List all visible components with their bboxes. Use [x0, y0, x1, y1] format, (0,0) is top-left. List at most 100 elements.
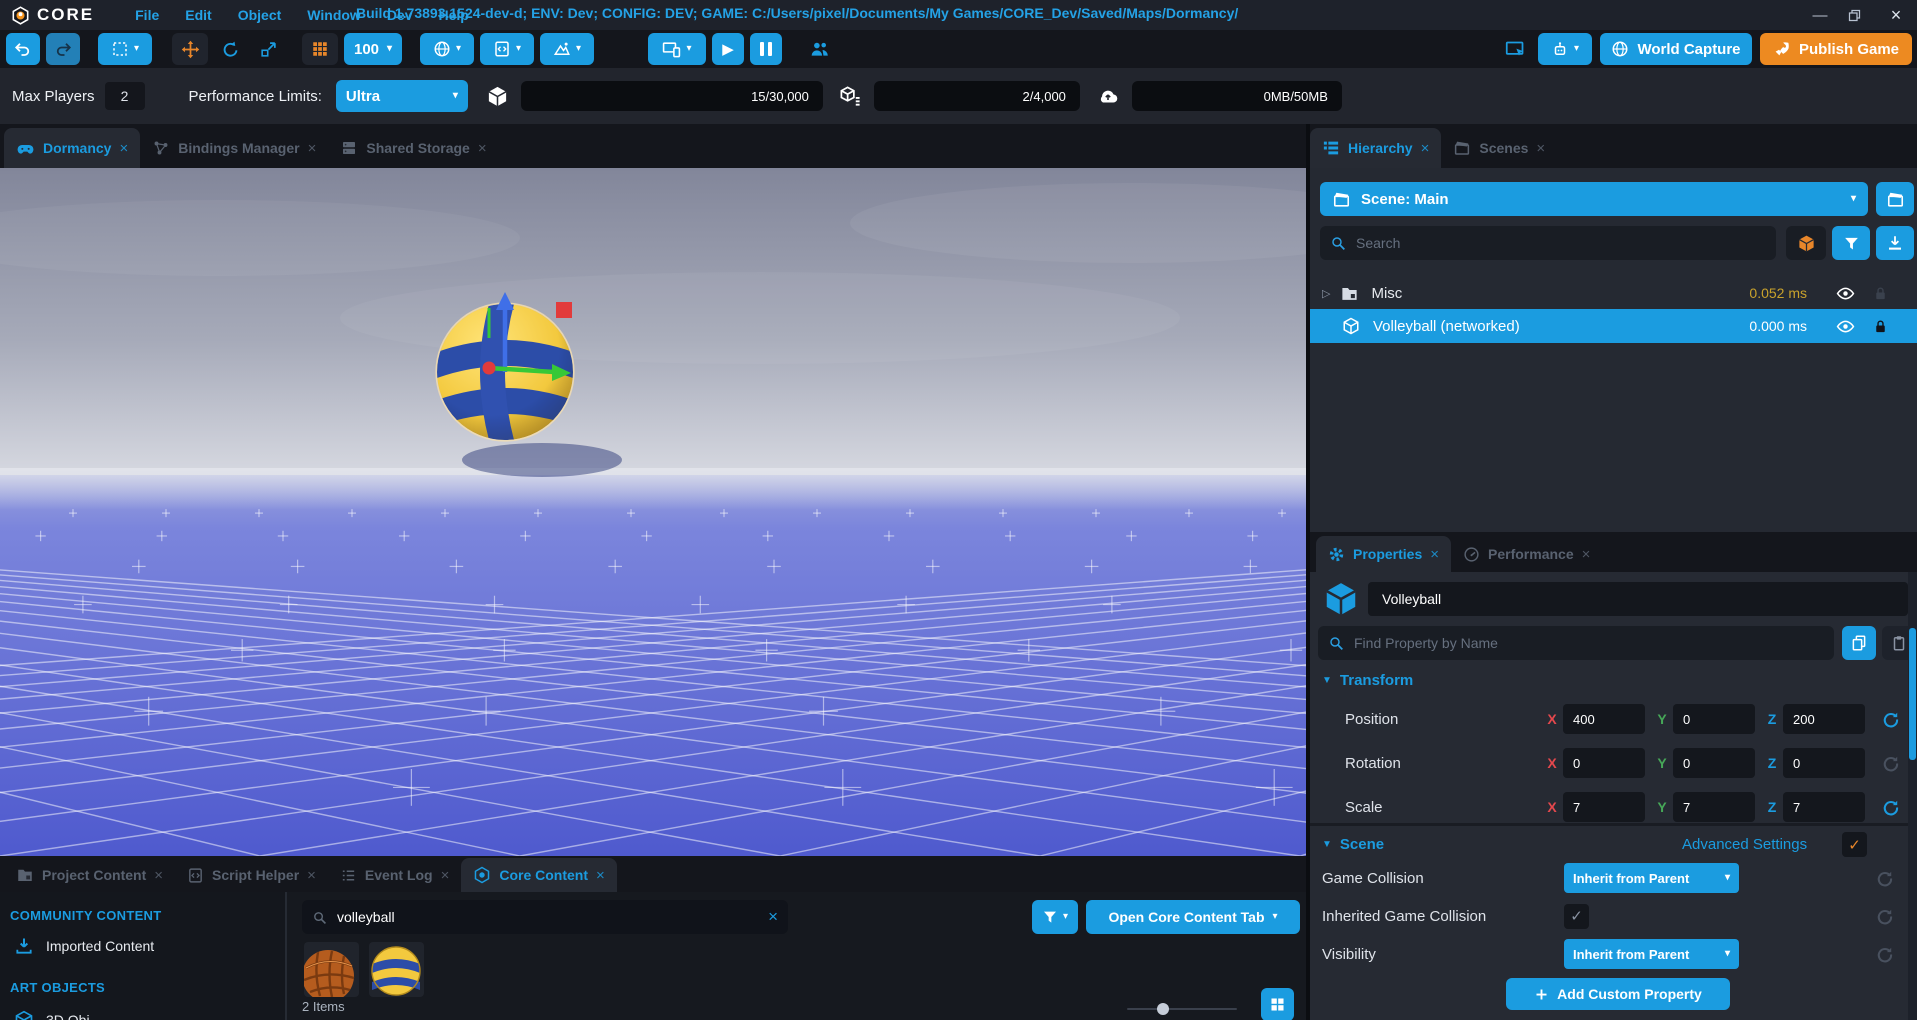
template-filter-button[interactable]: [1786, 226, 1826, 260]
viewport-3d[interactable]: [0, 168, 1306, 856]
tab-hierarchy[interactable]: Hierarchy ×: [1310, 128, 1441, 168]
max-players-input[interactable]: [105, 87, 145, 105]
close-icon[interactable]: ×: [1536, 140, 1545, 157]
rotation-y-field[interactable]: [1673, 748, 1755, 778]
clear-search-icon[interactable]: ×: [768, 907, 778, 927]
tab-bindings-manager[interactable]: Bindings Manager ×: [140, 128, 328, 168]
sidebar-header-community[interactable]: COMMUNITY CONTENT: [10, 908, 161, 923]
close-icon[interactable]: ×: [1582, 546, 1591, 563]
close-icon[interactable]: ×: [1421, 140, 1430, 157]
scenes-panel-button[interactable]: [1876, 182, 1914, 216]
scale-z-field[interactable]: [1783, 792, 1865, 822]
max-players-field[interactable]: [105, 82, 145, 110]
tab-event-log[interactable]: Event Log ×: [328, 858, 461, 892]
scale-tool-button[interactable]: [252, 33, 284, 65]
properties-scrollbar-track[interactable]: [1908, 572, 1917, 1020]
close-icon[interactable]: ×: [154, 867, 163, 884]
undo-button[interactable]: [6, 33, 40, 65]
close-icon[interactable]: ×: [308, 140, 317, 157]
lock-icon[interactable]: [1872, 285, 1889, 302]
tab-project-content[interactable]: Project Content ×: [4, 858, 175, 892]
restore-button[interactable]: [1847, 8, 1869, 23]
move-tool-button[interactable]: [172, 33, 208, 65]
sidebar-item-partial[interactable]: 3D Obj: [14, 1010, 90, 1020]
object-name-input[interactable]: [1380, 590, 1896, 608]
sidebar-header-art-objects[interactable]: ART OBJECTS: [10, 980, 105, 995]
close-icon[interactable]: ×: [119, 140, 128, 157]
position-x-input[interactable]: [1571, 711, 1637, 728]
gizmo-origin-handle[interactable]: [483, 362, 496, 375]
lock-icon[interactable]: [1872, 318, 1889, 335]
content-filter-button[interactable]: ▾: [1032, 900, 1078, 934]
visibility-eye-icon[interactable]: [1836, 284, 1855, 303]
expander-icon[interactable]: ▷: [1322, 287, 1330, 300]
slider-handle[interactable]: [1157, 1003, 1169, 1015]
position-y-input[interactable]: [1681, 711, 1747, 728]
tab-shared-storage[interactable]: Shared Storage ×: [328, 128, 498, 168]
tab-script-helper[interactable]: Script Helper ×: [175, 858, 328, 892]
game-collision-dropdown[interactable]: Inherit from Parent▾: [1564, 863, 1739, 893]
close-icon[interactable]: ×: [307, 867, 316, 884]
inherited-game-collision-checkbox[interactable]: ✓: [1564, 904, 1589, 929]
tab-performance[interactable]: Performance ×: [1451, 536, 1602, 572]
reset-icon[interactable]: [1881, 710, 1900, 729]
rotation-z-field[interactable]: [1783, 748, 1865, 778]
asset-thumbnail-rattan-ball[interactable]: [304, 942, 359, 997]
multiplayer-preview-button[interactable]: [802, 33, 836, 65]
pause-button[interactable]: [750, 33, 782, 65]
close-icon[interactable]: ×: [1430, 546, 1439, 563]
transform-section-header[interactable]: ▼ Transform: [1322, 672, 1413, 689]
find-property-input[interactable]: [1352, 634, 1824, 652]
selection-mode-button[interactable]: ▾: [98, 33, 152, 65]
close-button[interactable]: ×: [1885, 5, 1907, 26]
thumbnail-size-slider[interactable]: [1127, 1008, 1237, 1010]
scale-y-field[interactable]: [1673, 792, 1755, 822]
menu-edit[interactable]: Edit: [174, 4, 222, 26]
scale-x-field[interactable]: [1563, 792, 1645, 822]
rotate-tool-button[interactable]: [214, 33, 246, 65]
menu-object[interactable]: Object: [227, 4, 293, 26]
world-settings-dropdown[interactable]: ▾: [420, 33, 474, 65]
hierarchy-row-misc[interactable]: ▷ Misc 0.052 ms: [1310, 277, 1917, 309]
hierarchy-row-volleyball[interactable]: Volleyball (networked) 0.000 ms: [1310, 309, 1917, 343]
grid-snap-button[interactable]: [302, 33, 338, 65]
open-core-content-tab-button[interactable]: Open Core Content Tab ▾: [1086, 900, 1300, 934]
grid-view-button[interactable]: [1261, 988, 1294, 1020]
object-name-field[interactable]: [1368, 582, 1908, 616]
play-button[interactable]: ▶: [712, 33, 744, 65]
tab-properties[interactable]: Properties ×: [1316, 536, 1451, 572]
world-capture-button[interactable]: World Capture: [1600, 33, 1752, 65]
add-custom-property-button[interactable]: Add Custom Property: [1506, 978, 1730, 1010]
hierarchy-search-field[interactable]: [1320, 226, 1776, 260]
copy-properties-button[interactable]: [1842, 626, 1876, 660]
scene-selector-dropdown[interactable]: Scene: Main ▾: [1320, 182, 1868, 216]
rotation-x-field[interactable]: [1563, 748, 1645, 778]
tab-dormancy[interactable]: Dormancy ×: [4, 128, 140, 168]
redo-button[interactable]: [46, 33, 80, 65]
rotation-y-input[interactable]: [1681, 755, 1747, 772]
scene-section-header[interactable]: ▼ Scene: [1322, 836, 1384, 853]
advanced-settings-checkbox[interactable]: ✓: [1842, 832, 1867, 857]
performance-limits-dropdown[interactable]: Ultra▾: [336, 80, 468, 112]
visibility-eye-icon[interactable]: [1836, 317, 1855, 336]
screen-share-button[interactable]: [1500, 33, 1530, 65]
position-z-field[interactable]: [1783, 704, 1865, 734]
position-x-field[interactable]: [1563, 704, 1645, 734]
visibility-dropdown[interactable]: Inherit from Parent▾: [1564, 939, 1739, 969]
hierarchy-search-input[interactable]: [1354, 234, 1766, 252]
reset-icon[interactable]: [1881, 798, 1900, 817]
rotation-z-input[interactable]: [1791, 755, 1857, 772]
hierarchy-filter-button[interactable]: [1832, 226, 1870, 260]
close-icon[interactable]: ×: [478, 140, 487, 157]
menu-file[interactable]: File: [124, 4, 170, 26]
scale-z-input[interactable]: [1791, 799, 1857, 816]
scale-x-input[interactable]: [1571, 799, 1637, 816]
gizmo-plane-handle[interactable]: [556, 302, 572, 318]
content-search-field[interactable]: ×: [302, 900, 788, 934]
content-search-input[interactable]: [335, 908, 760, 926]
terrain-dropdown[interactable]: ▾: [540, 33, 594, 65]
sidebar-item-imported-content[interactable]: Imported Content: [14, 936, 154, 956]
close-icon[interactable]: ×: [596, 867, 605, 884]
import-button[interactable]: [1876, 226, 1914, 260]
find-property-field[interactable]: [1318, 626, 1834, 660]
